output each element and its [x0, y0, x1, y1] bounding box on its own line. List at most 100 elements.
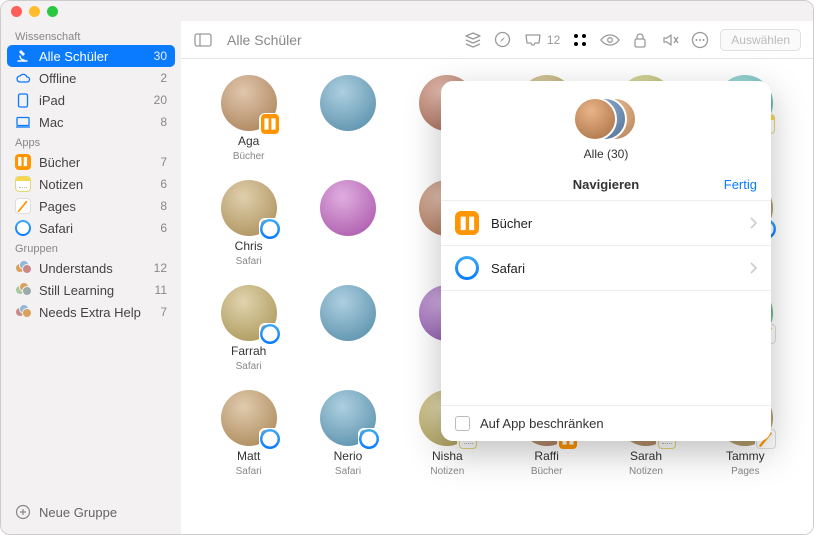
student-cell[interactable]: Farrah Safari [205, 285, 292, 372]
avatar [320, 75, 376, 131]
page-title: Alle Schüler [227, 32, 302, 48]
zoom-window-button[interactable] [47, 6, 58, 17]
student-app: Bücher [531, 466, 563, 477]
sidebar-item[interactable]: Offline2 [1, 67, 181, 89]
sidebar-item-label: Bücher [39, 155, 152, 170]
safari-badge-icon [259, 428, 281, 450]
student-app: Notizen [430, 466, 464, 477]
safari-badge-icon [259, 218, 281, 240]
plus-circle-icon [15, 504, 31, 520]
avatar [320, 285, 376, 341]
popover-app-row[interactable]: Safari [441, 246, 771, 291]
close-window-button[interactable] [11, 6, 22, 17]
sidebar-item-count: 12 [154, 261, 167, 275]
sidebar-section-apps: Apps [1, 133, 181, 151]
minimize-window-button[interactable] [29, 6, 40, 17]
sidebar: Wissenschaft Alle Schüler30Offline2 iPad 2… [1, 21, 181, 534]
more-icon[interactable] [690, 30, 710, 50]
stack-icon[interactable] [463, 30, 483, 50]
sidebar-item[interactable]: Mac8 [1, 111, 181, 133]
sidebar-item[interactable]: Needs Extra Help 7 [1, 301, 181, 323]
student-app: Notizen [629, 466, 663, 477]
sidebar-item-label: iPad [39, 93, 146, 108]
books-icon [15, 154, 31, 170]
student-app: Safari [335, 466, 361, 477]
sidebar-item[interactable]: iPad 20 [1, 89, 181, 111]
student-app: Bücher [233, 151, 265, 162]
restrict-checkbox[interactable] [455, 416, 470, 431]
sidebar-item-count: 8 [160, 115, 167, 129]
titlebar [1, 1, 813, 21]
sidebar-item[interactable]: Bücher 7 [1, 151, 181, 173]
books-badge-icon [259, 113, 281, 135]
student-cell[interactable]: Nerio Safari [304, 390, 391, 477]
student-name: Nisha [432, 449, 463, 463]
student-cell[interactable]: MattSafari [205, 390, 292, 477]
sidebar-item-label: Understands [39, 261, 146, 276]
sidebar-item-label: Safari [39, 221, 152, 236]
avatar [221, 285, 277, 341]
avatar [221, 390, 277, 446]
eye-icon[interactable] [600, 30, 620, 50]
sidebar-item[interactable]: Safari 6 [1, 217, 181, 239]
student-cell[interactable]: Aga Bücher [205, 75, 292, 162]
sidebar-item-count: 8 [160, 199, 167, 213]
new-group-button[interactable]: Neue Gruppe [1, 496, 181, 528]
sidebar-toggle-icon[interactable] [193, 30, 213, 50]
avatar [221, 180, 277, 236]
student-name: Nerio [334, 449, 363, 463]
safari-icon [455, 256, 479, 280]
chevron-right-icon [749, 262, 757, 274]
books-icon [455, 211, 479, 235]
cloud-icon [15, 70, 31, 86]
lock-icon[interactable] [630, 30, 650, 50]
sidebar-item-count: 20 [154, 93, 167, 107]
group-avatars-icon [15, 304, 31, 320]
toolbar: Alle Schüler 12 Auswählen [181, 21, 813, 59]
student-cell[interactable]: Chris Safari [205, 180, 292, 267]
mute-icon[interactable] [660, 30, 680, 50]
student-name: Farrah [231, 344, 266, 358]
sidebar-item[interactable]: Understands 12 [1, 257, 181, 279]
sidebar-item-label: Alle Schüler [39, 49, 146, 64]
sidebar-item[interactable]: Still Learning 11 [1, 279, 181, 301]
student-name: Aga [238, 134, 259, 148]
sidebar-item-count: 7 [160, 305, 167, 319]
restrict-label: Auf App beschränken [480, 416, 604, 431]
inbox-count: 12 [547, 33, 560, 47]
sidebar-item-count: 6 [160, 221, 167, 235]
inbox-icon[interactable] [523, 30, 543, 50]
student-app: Safari [236, 256, 262, 267]
grid-icon[interactable] [570, 30, 590, 50]
popover-title-row: Navigieren Fertig [441, 169, 771, 201]
sidebar-item[interactable]: Pages8 [1, 195, 181, 217]
sidebar-item-label: Still Learning [39, 283, 147, 298]
sidebar-section-groups: Gruppen [1, 239, 181, 257]
sidebar-item-label: Needs Extra Help [39, 305, 152, 320]
student-cell[interactable] [304, 75, 391, 162]
sidebar-item-label: Offline [39, 71, 152, 86]
popover-app-row[interactable]: Bücher [441, 201, 771, 246]
sidebar-item-count: 7 [160, 155, 167, 169]
app-window: Wissenschaft Alle Schüler30Offline2 iPad 2… [0, 0, 814, 535]
select-button[interactable]: Auswählen [720, 29, 801, 51]
sidebar-item-count: 11 [155, 283, 167, 297]
done-button[interactable]: Fertig [724, 177, 757, 192]
sidebar-section-class: Wissenschaft [1, 27, 181, 45]
sidebar-item-count: 6 [160, 177, 167, 191]
compass-icon[interactable] [493, 30, 513, 50]
new-group-label: Neue Gruppe [39, 505, 117, 520]
sidebar-item-label: Notizen [39, 177, 152, 192]
sidebar-item[interactable]: Alle Schüler30 [7, 45, 175, 67]
avatar [320, 390, 376, 446]
student-name: Chris [235, 239, 263, 253]
sidebar-item[interactable]: Notizen 6 [1, 173, 181, 195]
safari-icon [15, 220, 31, 236]
popover-header-avatars: Alle (30) [441, 81, 771, 169]
mac-icon [15, 114, 31, 130]
student-cell[interactable] [304, 285, 391, 372]
student-app: Safari [236, 361, 262, 372]
chevron-right-icon [749, 217, 757, 229]
student-app: Pages [731, 466, 759, 477]
student-cell[interactable] [304, 180, 391, 267]
